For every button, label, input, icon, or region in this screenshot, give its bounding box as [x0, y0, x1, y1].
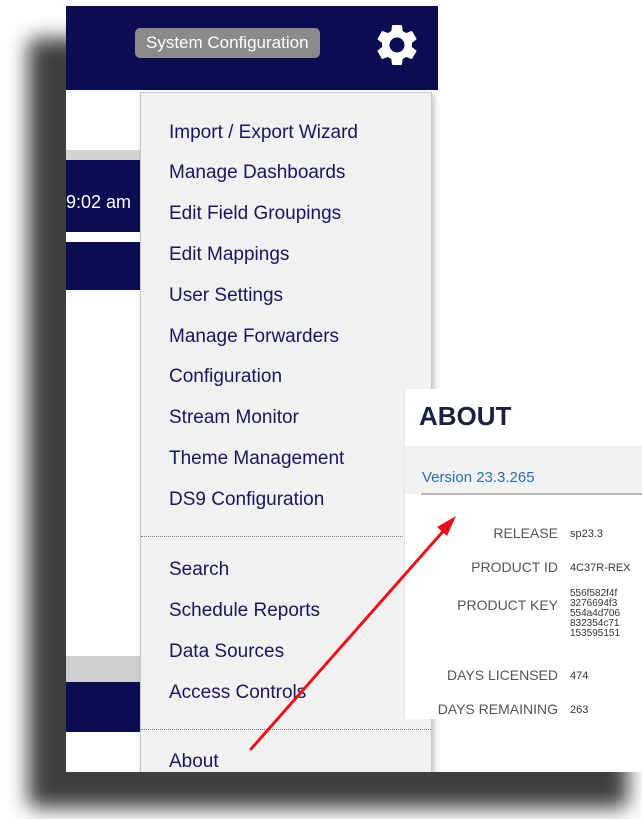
menu-item-edit-mappings[interactable]: Edit Mappings — [169, 239, 289, 271]
menu-item-manage-forwarders[interactable]: Manage Forwarders — [169, 321, 339, 353]
product-key-line: 153595151 — [570, 628, 621, 639]
background-strip-lower — [66, 656, 140, 682]
version-link[interactable]: Version 23.3.265 — [422, 469, 535, 486]
days-remaining-label: DAYS REMAINING — [437, 701, 558, 717]
background-navy-bar-lower — [66, 682, 140, 732]
product-key-label: PRODUCT KEY — [457, 597, 558, 613]
product-id-value: 4C37R-REX — [570, 562, 631, 574]
system-configuration-label[interactable]: System Configuration — [135, 28, 320, 58]
background-navy-bar — [66, 242, 140, 290]
about-panel: ABOUT Version 23.3.265 RELEASE sp23.3 PR… — [404, 389, 642, 719]
days-licensed-label: DAYS LICENSED — [447, 667, 558, 683]
days-licensed-value: 474 — [570, 670, 589, 682]
menu-item-access-controls[interactable]: Access Controls — [169, 677, 306, 709]
menu-item-about[interactable]: About — [169, 746, 219, 772]
top-header: System Configuration — [66, 6, 438, 90]
menu-divider — [141, 729, 431, 730]
gear-icon[interactable] — [372, 20, 422, 70]
menu-item-schedule-reports[interactable]: Schedule Reports — [169, 595, 320, 627]
menu-item-edit-field-groupings[interactable]: Edit Field Groupings — [169, 198, 341, 230]
background-strip — [66, 150, 140, 160]
version-divider — [421, 493, 642, 495]
release-value: sp23.3 — [570, 528, 604, 540]
menu-item-user-settings[interactable]: User Settings — [169, 280, 283, 312]
time-text: 9:02 am — [66, 192, 132, 212]
menu-item-search[interactable]: Search — [169, 554, 229, 586]
settings-dropdown-menu: Import / Export Wizard Manage Dashboards… — [140, 92, 432, 772]
menu-divider — [141, 536, 431, 537]
menu-item-data-sources[interactable]: Data Sources — [169, 636, 284, 668]
time-bar: 9:02 am — [66, 160, 140, 232]
release-label: RELEASE — [493, 525, 558, 541]
about-title: ABOUT — [419, 401, 512, 431]
menu-item-manage-dashboards[interactable]: Manage Dashboards — [169, 157, 345, 189]
days-remaining-value: 263 — [570, 704, 589, 716]
menu-item-import-export-wizard[interactable]: Import / Export Wizard — [169, 117, 358, 149]
product-id-label: PRODUCT ID — [471, 559, 558, 575]
menu-item-configuration[interactable]: Configuration — [169, 361, 282, 393]
menu-item-theme-management[interactable]: Theme Management — [169, 443, 344, 475]
menu-item-stream-monitor[interactable]: Stream Monitor — [169, 402, 299, 434]
menu-item-ds9-configuration[interactable]: DS9 Configuration — [169, 484, 324, 516]
